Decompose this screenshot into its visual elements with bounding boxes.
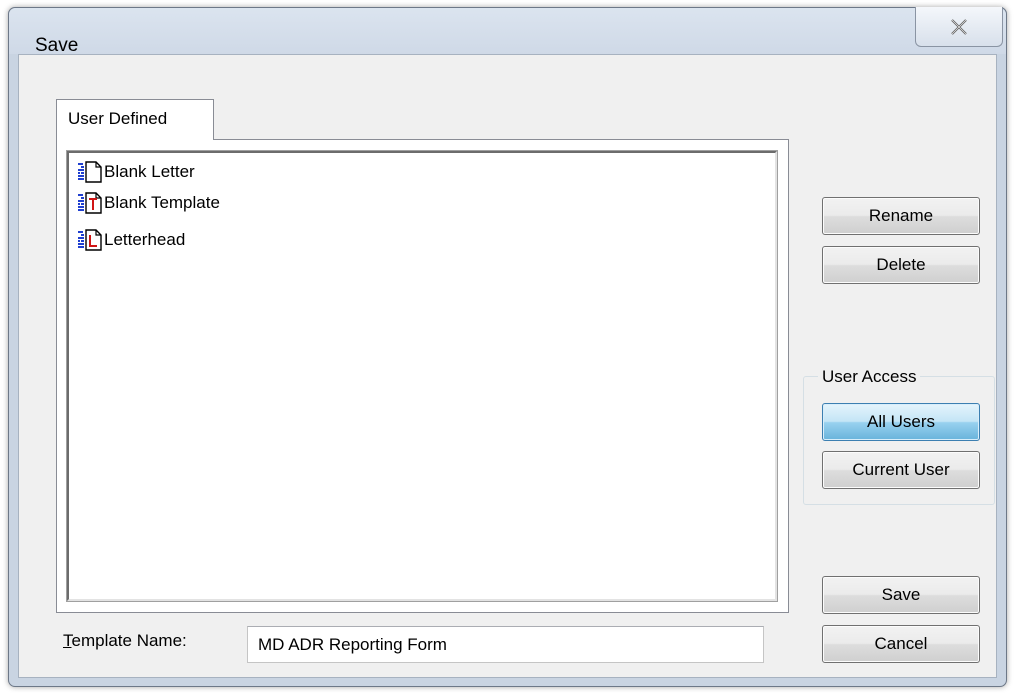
- save-dialog: Save User Defined Blank Letter Blank Tem…: [8, 7, 1007, 687]
- list-item-letterhead[interactable]: Letterhead: [77, 228, 185, 252]
- rename-button[interactable]: Rename: [822, 197, 980, 235]
- close-icon: [951, 18, 967, 35]
- tab-panel-user-defined: Blank Letter Blank Template Letterhead: [56, 139, 789, 613]
- template-name-mnemonic: T: [63, 631, 72, 650]
- title-bar[interactable]: Save: [9, 7, 1006, 56]
- close-button[interactable]: [915, 7, 1003, 47]
- tab-user-defined-label: User Defined: [68, 109, 168, 128]
- list-item-label: Blank Template: [104, 193, 220, 212]
- delete-button[interactable]: Delete: [822, 246, 980, 284]
- dialog-title: Save: [35, 35, 79, 56]
- template-name-input[interactable]: [247, 626, 764, 663]
- current-user-button[interactable]: Current User: [822, 451, 980, 489]
- dialog-body: User Defined Blank Letter Blank Template…: [18, 54, 997, 678]
- list-item-label: Letterhead: [104, 230, 186, 249]
- cancel-button[interactable]: Cancel: [822, 625, 980, 663]
- blank-letter-doc-icon: [77, 161, 103, 183]
- template-name-label-text: emplate Name:: [71, 631, 187, 650]
- list-item-blank-letter[interactable]: Blank Letter: [77, 160, 195, 184]
- list-item-blank-template[interactable]: Blank Template: [77, 191, 220, 215]
- save-button[interactable]: Save: [822, 576, 980, 614]
- letterhead-doc-icon: [77, 229, 103, 251]
- tab-user-defined[interactable]: User Defined: [56, 99, 214, 140]
- template-name-label: Template Name:: [63, 631, 187, 651]
- all-users-button[interactable]: All Users: [822, 403, 980, 441]
- template-doc-icon: [77, 192, 103, 214]
- list-item-label: Blank Letter: [104, 162, 195, 181]
- user-access-label: User Access: [818, 367, 921, 387]
- template-list[interactable]: Blank Letter Blank Template Letterhead: [66, 150, 778, 602]
